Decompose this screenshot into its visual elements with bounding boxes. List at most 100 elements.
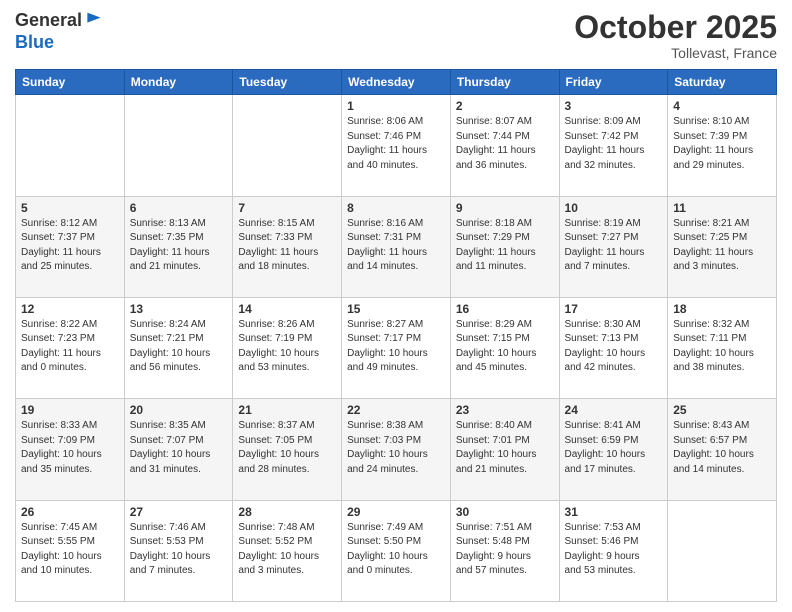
day-number: 21 bbox=[238, 403, 336, 417]
day-info: Sunrise: 8:16 AM Sunset: 7:31 PM Dayligh… bbox=[347, 217, 445, 275]
calendar-day-cell: 1 Sunrise: 8:06 AM Sunset: 7:46 PM Daylig… bbox=[342, 95, 451, 196]
page: General Blue October 2025 Tollevast, Fra… bbox=[0, 0, 792, 612]
day-number: 12 bbox=[21, 302, 119, 316]
calendar-week-row: 5Sunrise: 8:12 AM Sunset: 7:37 PM Daylig… bbox=[16, 196, 777, 297]
day-number: 9 bbox=[456, 201, 554, 215]
day-of-week-header: Thursday bbox=[450, 70, 559, 95]
calendar-day-cell bbox=[16, 95, 125, 196]
day-info: Sunrise: 8:09 AM Sunset: 7:42 PM Dayligh… bbox=[565, 115, 663, 173]
day-info: Sunrise: 8:18 AM Sunset: 7:29 PM Dayligh… bbox=[456, 217, 554, 275]
calendar-day-cell: 3Sunrise: 8:09 AM Sunset: 7:42 PM Daylig… bbox=[559, 95, 668, 196]
calendar-day-cell: 21 Sunrise: 8:37 AM Sunset: 7:05 PM Dayli… bbox=[233, 399, 342, 500]
calendar-day-cell: 8 Sunrise: 8:16 AM Sunset: 7:31 PM Daylig… bbox=[342, 196, 451, 297]
day-number: 31 bbox=[565, 505, 663, 519]
day-info: Sunrise: 7:46 AM Sunset: 5:53 PM Dayligh… bbox=[130, 521, 228, 579]
day-of-week-header: Friday bbox=[559, 70, 668, 95]
day-info: Sunrise: 8:22 AM Sunset: 7:23 PM Dayligh… bbox=[21, 318, 119, 376]
calendar-day-cell: 25Sunrise: 8:43 AM Sunset: 6:57 PM Dayli… bbox=[668, 399, 777, 500]
day-info: Sunrise: 8:41 AM Sunset: 6:59 PM Dayligh… bbox=[565, 419, 663, 477]
calendar-week-row: 12 Sunrise: 8:22 AM Sunset: 7:23 PM Dayli… bbox=[16, 297, 777, 398]
day-info: Sunrise: 8:19 AM Sunset: 7:27 PM Dayligh… bbox=[565, 217, 663, 275]
day-info: Sunrise: 8:07 AM Sunset: 7:44 PM Dayligh… bbox=[456, 115, 554, 173]
day-number: 6 bbox=[130, 201, 228, 215]
calendar-day-cell: 10 Sunrise: 8:19 AM Sunset: 7:27 PM Dayli… bbox=[559, 196, 668, 297]
day-info: Sunrise: 7:48 AM Sunset: 5:52 PM Dayligh… bbox=[238, 521, 336, 579]
day-number: 23 bbox=[456, 403, 554, 417]
day-info: Sunrise: 8:30 AM Sunset: 7:13 PM Dayligh… bbox=[565, 318, 663, 376]
calendar-day-cell: 12 Sunrise: 8:22 AM Sunset: 7:23 PM Dayli… bbox=[16, 297, 125, 398]
calendar-day-cell: 23 Sunrise: 8:40 AM Sunset: 7:01 PM Dayli… bbox=[450, 399, 559, 500]
day-number: 15 bbox=[347, 302, 445, 316]
day-info: Sunrise: 8:21 AM Sunset: 7:25 PM Dayligh… bbox=[673, 217, 771, 275]
day-info: Sunrise: 7:45 AM Sunset: 5:55 PM Dayligh… bbox=[21, 521, 119, 579]
day-number: 16 bbox=[456, 302, 554, 316]
calendar-day-cell bbox=[233, 95, 342, 196]
day-info: Sunrise: 8:33 AM Sunset: 7:09 PM Dayligh… bbox=[21, 419, 119, 477]
day-info: Sunrise: 8:26 AM Sunset: 7:19 PM Dayligh… bbox=[238, 318, 336, 376]
calendar-day-cell: 17 Sunrise: 8:30 AM Sunset: 7:13 PM Dayli… bbox=[559, 297, 668, 398]
calendar-day-cell: 2 Sunrise: 8:07 AM Sunset: 7:44 PM Daylig… bbox=[450, 95, 559, 196]
calendar-day-cell: 7Sunrise: 8:15 AM Sunset: 7:33 PM Daylig… bbox=[233, 196, 342, 297]
day-info: Sunrise: 8:43 AM Sunset: 6:57 PM Dayligh… bbox=[673, 419, 771, 477]
day-number: 1 bbox=[347, 99, 445, 113]
calendar-day-cell: 4Sunrise: 8:10 AM Sunset: 7:39 PM Daylig… bbox=[668, 95, 777, 196]
day-info: Sunrise: 8:24 AM Sunset: 7:21 PM Dayligh… bbox=[130, 318, 228, 376]
day-info: Sunrise: 8:38 AM Sunset: 7:03 PM Dayligh… bbox=[347, 419, 445, 477]
calendar-header-row: SundayMondayTuesdayWednesdayThursdayFrid… bbox=[16, 70, 777, 95]
calendar-table: SundayMondayTuesdayWednesdayThursdayFrid… bbox=[15, 69, 777, 602]
calendar-day-cell bbox=[668, 500, 777, 601]
calendar-week-row: 19 Sunrise: 8:33 AM Sunset: 7:09 PM Dayli… bbox=[16, 399, 777, 500]
calendar-day-cell: 19 Sunrise: 8:33 AM Sunset: 7:09 PM Dayli… bbox=[16, 399, 125, 500]
calendar-day-cell: 5Sunrise: 8:12 AM Sunset: 7:37 PM Daylig… bbox=[16, 196, 125, 297]
day-number: 20 bbox=[130, 403, 228, 417]
day-info: Sunrise: 8:40 AM Sunset: 7:01 PM Dayligh… bbox=[456, 419, 554, 477]
day-number: 29 bbox=[347, 505, 445, 519]
day-info: Sunrise: 7:49 AM Sunset: 5:50 PM Dayligh… bbox=[347, 521, 445, 579]
calendar-day-cell: 15 Sunrise: 8:27 AM Sunset: 7:17 PM Dayli… bbox=[342, 297, 451, 398]
location: Tollevast, France bbox=[574, 45, 777, 61]
calendar-day-cell: 20 Sunrise: 8:35 AM Sunset: 7:07 PM Dayli… bbox=[124, 399, 233, 500]
logo-general: General bbox=[15, 10, 82, 32]
month-title: October 2025 bbox=[574, 10, 777, 45]
day-number: 28 bbox=[238, 505, 336, 519]
calendar-day-cell: 28 Sunrise: 7:48 AM Sunset: 5:52 PM Dayli… bbox=[233, 500, 342, 601]
calendar-day-cell: 26Sunrise: 7:45 AM Sunset: 5:55 PM Dayli… bbox=[16, 500, 125, 601]
logo-blue: Blue bbox=[15, 32, 104, 54]
calendar-day-cell: 14 Sunrise: 8:26 AM Sunset: 7:19 PM Dayli… bbox=[233, 297, 342, 398]
calendar-day-cell: 11 Sunrise: 8:21 AM Sunset: 7:25 PM Dayli… bbox=[668, 196, 777, 297]
calendar-day-cell: 27 Sunrise: 7:46 AM Sunset: 5:53 PM Dayli… bbox=[124, 500, 233, 601]
day-number: 19 bbox=[21, 403, 119, 417]
day-number: 4 bbox=[673, 99, 771, 113]
calendar-day-cell: 24 Sunrise: 8:41 AM Sunset: 6:59 PM Dayli… bbox=[559, 399, 668, 500]
day-number: 17 bbox=[565, 302, 663, 316]
day-info: Sunrise: 8:32 AM Sunset: 7:11 PM Dayligh… bbox=[673, 318, 771, 376]
calendar-week-row: 1 Sunrise: 8:06 AM Sunset: 7:46 PM Daylig… bbox=[16, 95, 777, 196]
day-of-week-header: Tuesday bbox=[233, 70, 342, 95]
day-info: Sunrise: 8:06 AM Sunset: 7:46 PM Dayligh… bbox=[347, 115, 445, 173]
day-info: Sunrise: 8:29 AM Sunset: 7:15 PM Dayligh… bbox=[456, 318, 554, 376]
calendar-day-cell: 13Sunrise: 8:24 AM Sunset: 7:21 PM Dayli… bbox=[124, 297, 233, 398]
day-info: Sunrise: 7:51 AM Sunset: 5:48 PM Dayligh… bbox=[456, 521, 554, 579]
day-number: 2 bbox=[456, 99, 554, 113]
day-number: 27 bbox=[130, 505, 228, 519]
day-number: 11 bbox=[673, 201, 771, 215]
calendar-week-row: 26Sunrise: 7:45 AM Sunset: 5:55 PM Dayli… bbox=[16, 500, 777, 601]
day-info: Sunrise: 8:37 AM Sunset: 7:05 PM Dayligh… bbox=[238, 419, 336, 477]
calendar-day-cell: 6 Sunrise: 8:13 AM Sunset: 7:35 PM Daylig… bbox=[124, 196, 233, 297]
day-number: 24 bbox=[565, 403, 663, 417]
day-number: 8 bbox=[347, 201, 445, 215]
day-of-week-header: Wednesday bbox=[342, 70, 451, 95]
day-number: 14 bbox=[238, 302, 336, 316]
day-info: Sunrise: 8:15 AM Sunset: 7:33 PM Dayligh… bbox=[238, 217, 336, 275]
day-info: Sunrise: 8:13 AM Sunset: 7:35 PM Dayligh… bbox=[130, 217, 228, 275]
logo-flag-icon bbox=[84, 11, 104, 31]
calendar-day-cell: 29 Sunrise: 7:49 AM Sunset: 5:50 PM Dayli… bbox=[342, 500, 451, 601]
calendar-day-cell: 31Sunrise: 7:53 AM Sunset: 5:46 PM Dayli… bbox=[559, 500, 668, 601]
day-number: 10 bbox=[565, 201, 663, 215]
day-of-week-header: Sunday bbox=[16, 70, 125, 95]
calendar-day-cell: 9 Sunrise: 8:18 AM Sunset: 7:29 PM Daylig… bbox=[450, 196, 559, 297]
day-info: Sunrise: 8:35 AM Sunset: 7:07 PM Dayligh… bbox=[130, 419, 228, 477]
day-info: Sunrise: 8:27 AM Sunset: 7:17 PM Dayligh… bbox=[347, 318, 445, 376]
calendar-day-cell: 16 Sunrise: 8:29 AM Sunset: 7:15 PM Dayli… bbox=[450, 297, 559, 398]
calendar-day-cell: 30Sunrise: 7:51 AM Sunset: 5:48 PM Dayli… bbox=[450, 500, 559, 601]
